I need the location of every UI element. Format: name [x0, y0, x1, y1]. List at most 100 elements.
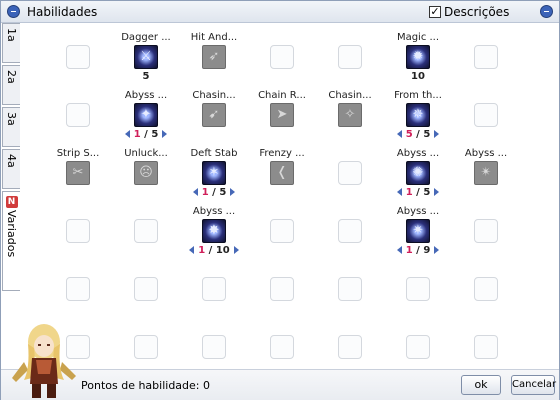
- level-up-arrow-icon[interactable]: [233, 246, 239, 254]
- skill-name: Abyss ...: [396, 148, 440, 159]
- empty-skill-slot: [406, 335, 430, 359]
- window-title: Habilidades: [27, 5, 98, 19]
- hit-and-run-icon[interactable]: ➶: [202, 45, 226, 69]
- skill-name: From th...: [394, 90, 442, 101]
- descriptions-checkbox[interactable]: ✓: [429, 6, 441, 18]
- level-down-arrow-icon[interactable]: [189, 246, 195, 254]
- empty-skill-slot: [338, 161, 362, 185]
- title-bar[interactable]: Habilidades ✓ Descrições: [1, 1, 559, 23]
- new-badge: N: [5, 196, 18, 208]
- skill-glyph: ✧: [344, 107, 356, 122]
- skill-level-control: 5 / 5: [385, 129, 451, 140]
- skill-glyph: ✺: [412, 165, 424, 180]
- skill-points-label: Pontos de habilidade: 0: [81, 379, 210, 392]
- max-level: 5: [151, 129, 159, 140]
- current-level: 1: [201, 187, 209, 198]
- descriptions-label: Descrições: [444, 5, 510, 19]
- skill-name: Chasin...: [328, 90, 372, 101]
- close-icon[interactable]: [540, 5, 553, 18]
- max-level: 5: [219, 187, 227, 198]
- empty-skill-slot: [66, 103, 90, 127]
- level-down-arrow-icon[interactable]: [124, 130, 130, 138]
- empty-skill-slot: [270, 335, 294, 359]
- level-down-arrow-icon[interactable]: [396, 188, 402, 196]
- level-up-arrow-icon[interactable]: [434, 188, 440, 196]
- skill-level-control: 1 / 9: [385, 245, 451, 256]
- empty-skill-slot: [474, 103, 498, 127]
- level-up-arrow-icon[interactable]: [434, 130, 440, 138]
- max-level: 5: [423, 187, 431, 198]
- empty-skill-slot: [474, 277, 498, 301]
- skill-glyph: ☹: [139, 165, 153, 180]
- cancel-button[interactable]: Cancelar: [511, 375, 556, 395]
- level-down-arrow-icon[interactable]: [192, 188, 198, 196]
- abyss-icon[interactable]: ✷: [406, 219, 430, 243]
- skill-level-control: 1 / 5: [385, 187, 451, 198]
- frenzy-icon[interactable]: ❬: [270, 161, 294, 185]
- magic-icon[interactable]: ✹: [406, 45, 430, 69]
- chasing-icon[interactable]: ✧: [338, 103, 362, 127]
- empty-skill-slot: [270, 277, 294, 301]
- skill-name: Abyss ...: [124, 90, 168, 101]
- abyss-icon[interactable]: ✺: [406, 161, 430, 185]
- chasing-icon[interactable]: ➹: [202, 103, 226, 127]
- strip-icon[interactable]: ✂: [66, 161, 90, 185]
- level-separator: /: [140, 129, 152, 140]
- skill-glyph: ✸: [208, 223, 220, 238]
- dagger-icon[interactable]: ⚔: [134, 45, 158, 69]
- skill-glyph: ⚔: [140, 49, 152, 64]
- tab-4a[interactable]: 4a: [2, 149, 20, 189]
- max-level: 9: [423, 245, 431, 256]
- empty-skill-slot: [338, 277, 362, 301]
- tab-label: Variados: [5, 210, 18, 258]
- skill-glyph: ✷: [412, 223, 424, 238]
- level-separator: /: [412, 245, 424, 256]
- skill-name: Magic ...: [396, 32, 440, 43]
- level-separator: /: [205, 245, 216, 256]
- tab-3a[interactable]: 3a: [2, 107, 20, 147]
- skill-glyph: ✹: [412, 49, 424, 64]
- tab-label: 1a: [5, 28, 18, 42]
- skill-name: Chasin...: [192, 90, 236, 101]
- abyss-icon[interactable]: ✦: [134, 103, 158, 127]
- chain-icon[interactable]: ➤: [270, 103, 294, 127]
- skill-name: Strip S...: [56, 148, 100, 159]
- skill-glyph: ➹: [208, 107, 220, 122]
- skill-level: 5: [142, 71, 150, 82]
- tab-1a[interactable]: 1a: [2, 23, 20, 63]
- current-level: 1: [133, 129, 141, 140]
- abyss-icon[interactable]: ✸: [202, 219, 226, 243]
- skills-window: Habilidades ✓ Descrições 1a 2a 3a 4a N V…: [0, 0, 560, 400]
- empty-skill-slot: [134, 335, 158, 359]
- level-down-arrow-icon[interactable]: [396, 246, 402, 254]
- skill-glyph: ✴: [480, 165, 492, 180]
- tab-label: 2a: [5, 70, 18, 84]
- tab-variados[interactable]: N Variados: [2, 191, 20, 291]
- level-up-arrow-icon[interactable]: [162, 130, 168, 138]
- skill-glyph: ❬: [276, 165, 288, 180]
- minimize-icon[interactable]: [7, 5, 20, 18]
- skill-glyph: ✶: [208, 165, 220, 180]
- tab-2a[interactable]: 2a: [2, 65, 20, 105]
- current-level: 5: [405, 129, 413, 140]
- level-up-arrow-icon[interactable]: [434, 246, 440, 254]
- level-up-arrow-icon[interactable]: [230, 188, 236, 196]
- skill-level-control: 1 / 10: [181, 245, 247, 256]
- from-the-abyss-icon[interactable]: ✵: [406, 103, 430, 127]
- skill-name: Hit And...: [190, 32, 238, 43]
- level-down-arrow-icon[interactable]: [396, 130, 402, 138]
- empty-skill-slot: [66, 45, 90, 69]
- unlucky-icon[interactable]: ☹: [134, 161, 158, 185]
- max-level: 10: [215, 245, 230, 256]
- skill-glyph: ✦: [140, 107, 152, 122]
- empty-skill-slot: [406, 277, 430, 301]
- skill-tabs: 1a 2a 3a 4a N Variados: [1, 23, 21, 291]
- empty-skill-slot: [338, 335, 362, 359]
- current-level: 1: [405, 245, 413, 256]
- ok-button[interactable]: ok: [461, 375, 501, 395]
- skill-level-control: 1 / 5: [181, 187, 247, 198]
- empty-skill-slot: [338, 219, 362, 243]
- abyss-icon[interactable]: ✴: [474, 161, 498, 185]
- tab-label: 4a: [5, 154, 18, 168]
- deft-stab-icon[interactable]: ✶: [202, 161, 226, 185]
